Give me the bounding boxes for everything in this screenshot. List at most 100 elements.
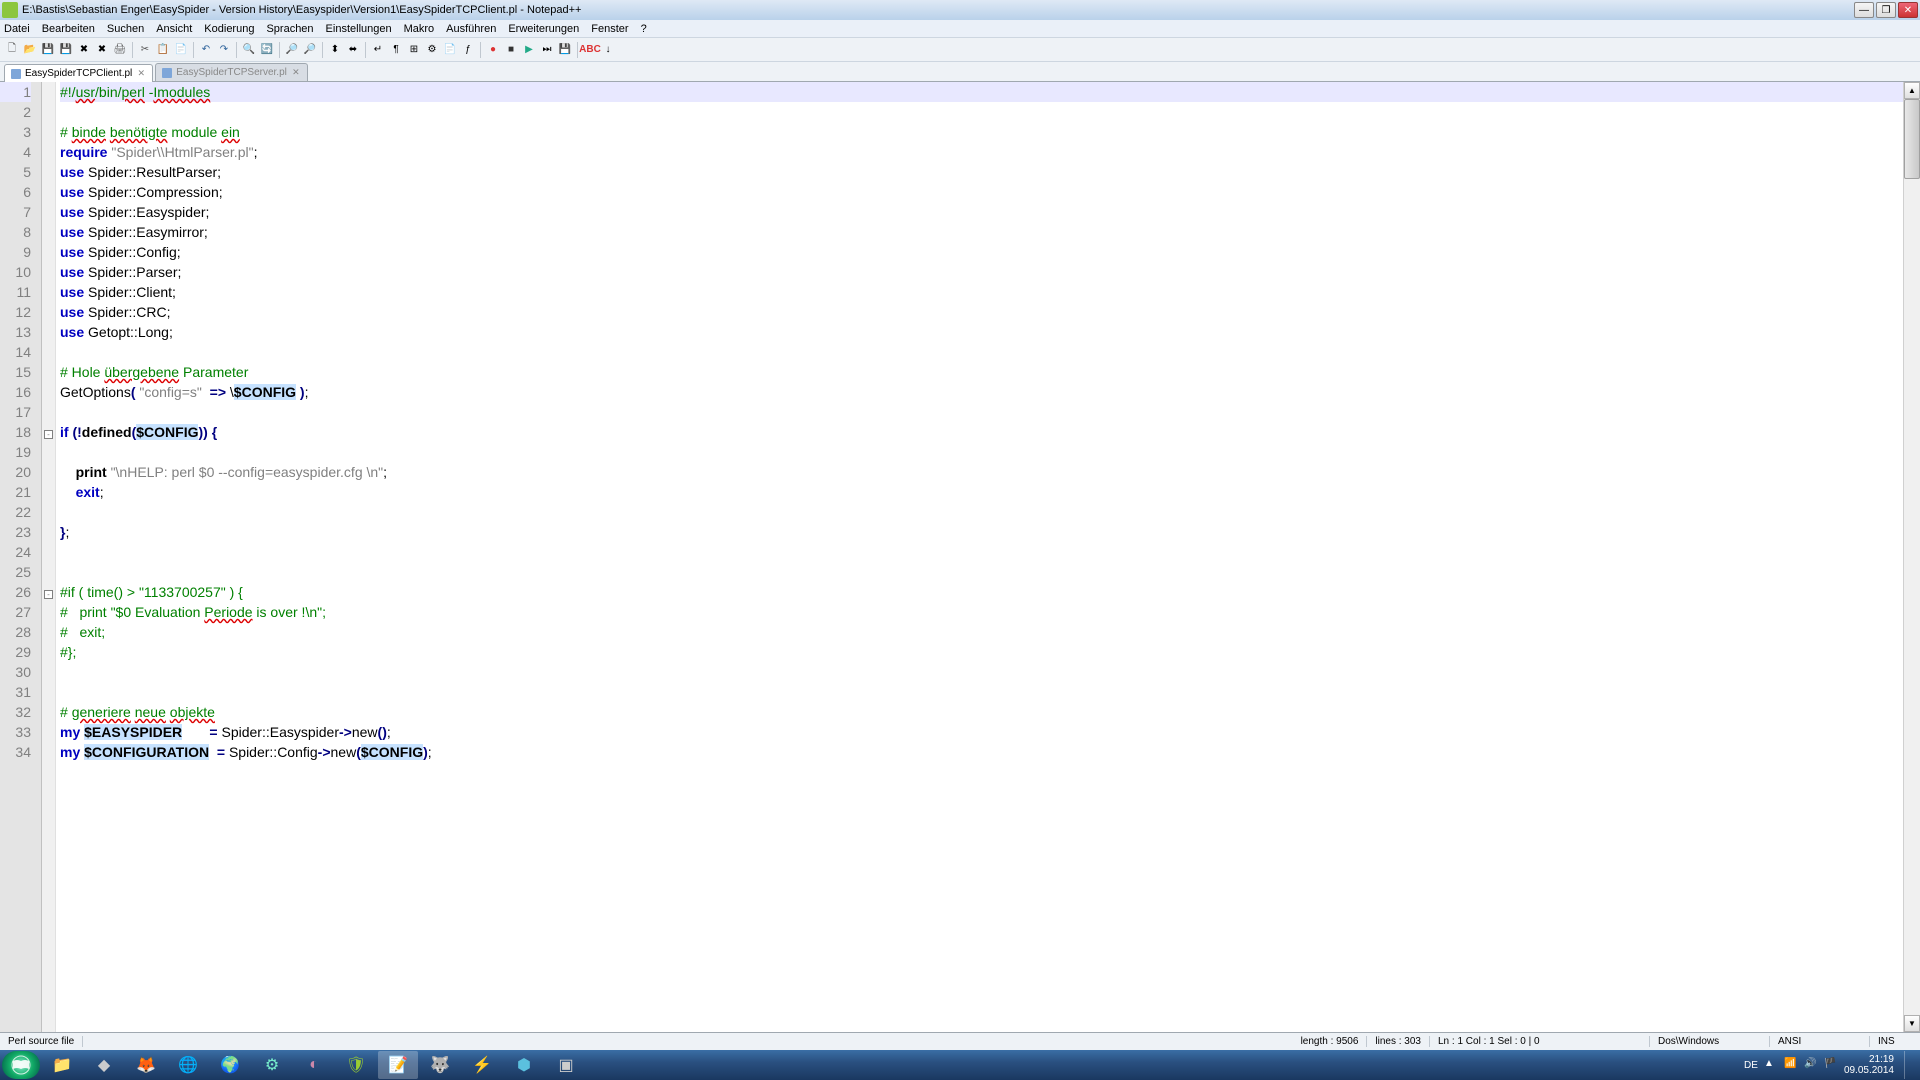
line-number[interactable]: 31 — [0, 682, 31, 702]
new-file-icon[interactable]: 🗋 — [4, 42, 20, 58]
line-number[interactable]: 19 — [0, 442, 31, 462]
code-line[interactable]: print "\nHELP: perl $0 --config=easyspid… — [60, 462, 1903, 482]
code-line[interactable]: #!/usr/bin/perl -Imodules — [60, 82, 1903, 102]
fold-toggle-icon[interactable]: - — [44, 430, 53, 439]
line-number[interactable]: 2 — [0, 102, 31, 122]
menu-makro[interactable]: Makro — [404, 23, 435, 35]
maximize-button[interactable]: ❐ — [1876, 2, 1896, 18]
menu-fenster[interactable]: Fenster — [591, 23, 628, 35]
copy-icon[interactable]: 📋 — [155, 42, 171, 58]
save-icon[interactable]: 💾 — [40, 42, 56, 58]
taskbar-app-6[interactable]: ⬢ — [504, 1051, 544, 1079]
code-line[interactable]: GetOptions( "config=s" => \$CONFIG ); — [60, 382, 1903, 402]
code-line[interactable]: #if ( time() > "1133700257" ) { — [60, 582, 1903, 602]
taskbar-app-4[interactable]: 🐺 — [420, 1051, 460, 1079]
code-line[interactable] — [60, 682, 1903, 702]
close-all-icon[interactable]: ✖ — [94, 42, 110, 58]
line-number[interactable]: 17 — [0, 402, 31, 422]
line-number[interactable]: 23 — [0, 522, 31, 542]
line-number[interactable]: 1 — [0, 82, 31, 102]
line-number[interactable]: 22 — [0, 502, 31, 522]
menu-bearbeiten[interactable]: Bearbeiten — [42, 23, 95, 35]
code-line[interactable]: use Spider::CRC; — [60, 302, 1903, 322]
spellcheck-next-icon[interactable]: ↓ — [600, 42, 616, 58]
line-number[interactable]: 18 — [0, 422, 31, 442]
print-icon[interactable]: 🖨 — [112, 42, 128, 58]
code-line[interactable]: my $CONFIGURATION = Spider::Config->new(… — [60, 742, 1903, 762]
line-number[interactable]: 25 — [0, 562, 31, 582]
taskbar-shield[interactable]: 🛡 — [336, 1051, 376, 1079]
zoom-out-icon[interactable]: 🔎 — [302, 42, 318, 58]
code-line[interactable]: use Spider::Easymirror; — [60, 222, 1903, 242]
taskbar-app-5[interactable]: ⚡ — [462, 1051, 502, 1079]
line-number[interactable]: 8 — [0, 222, 31, 242]
code-line[interactable]: use Getopt::Long; — [60, 322, 1903, 342]
taskbar-eclipse[interactable]: ◐ — [294, 1051, 334, 1079]
status-eol[interactable]: Dos\Windows — [1650, 1036, 1770, 1047]
code-line[interactable]: use Spider::Compression; — [60, 182, 1903, 202]
indent-guide-icon[interactable]: ⊞ — [406, 42, 422, 58]
macro-play-icon[interactable]: ▶ — [521, 42, 537, 58]
macro-play-multi-icon[interactable]: ⏭ — [539, 42, 555, 58]
menu-datei[interactable]: Datei — [4, 23, 30, 35]
code-line[interactable] — [60, 442, 1903, 462]
taskbar-chrome[interactable]: 🌐 — [168, 1051, 208, 1079]
code-line[interactable]: # generiere neue objekte — [60, 702, 1903, 722]
clock[interactable]: 21:19 09.05.2014 — [1844, 1054, 1894, 1076]
scroll-down-icon[interactable]: ▼ — [1904, 1015, 1920, 1032]
line-number[interactable]: 30 — [0, 662, 31, 682]
line-number[interactable]: 33 — [0, 722, 31, 742]
menu-ansicht[interactable]: Ansicht — [156, 23, 192, 35]
code-line[interactable]: #}; — [60, 642, 1903, 662]
code-line[interactable]: use Spider::Parser; — [60, 262, 1903, 282]
macro-record-icon[interactable]: ● — [485, 42, 501, 58]
line-number[interactable]: 4 — [0, 142, 31, 162]
show-desktop-button[interactable] — [1904, 1051, 1912, 1079]
menu-sprachen[interactable]: Sprachen — [266, 23, 313, 35]
code-line[interactable]: require "Spider\\HtmlParser.pl"; — [60, 142, 1903, 162]
status-insert-mode[interactable]: INS — [1870, 1036, 1920, 1047]
speaker-icon[interactable]: 🔊 — [1804, 1058, 1818, 1072]
menu-einstellungen[interactable]: Einstellungen — [326, 23, 392, 35]
undo-icon[interactable]: ↶ — [198, 42, 214, 58]
line-number[interactable]: 26 — [0, 582, 31, 602]
paste-icon[interactable]: 📄 — [173, 42, 189, 58]
line-number[interactable]: 27 — [0, 602, 31, 622]
code-line[interactable]: my $EASYSPIDER = Spider::Easyspider->new… — [60, 722, 1903, 742]
line-number[interactable]: 11 — [0, 282, 31, 302]
line-number[interactable]: 7 — [0, 202, 31, 222]
code-line[interactable]: use Spider::Easyspider; — [60, 202, 1903, 222]
taskbar-app-7[interactable]: ▣ — [546, 1051, 586, 1079]
line-number[interactable]: 5 — [0, 162, 31, 182]
redo-icon[interactable]: ↷ — [216, 42, 232, 58]
code-line[interactable]: use Spider::Client; — [60, 282, 1903, 302]
tab-close-icon[interactable]: ✕ — [136, 69, 146, 79]
code-line[interactable] — [60, 342, 1903, 362]
replace-icon[interactable]: 🔄 — [259, 42, 275, 58]
line-number[interactable]: 10 — [0, 262, 31, 282]
language-indicator[interactable]: DE — [1744, 1060, 1758, 1071]
close-button[interactable]: ✕ — [1898, 2, 1918, 18]
code-line[interactable] — [60, 502, 1903, 522]
taskbar-firefox[interactable]: 🦊 — [126, 1051, 166, 1079]
line-number[interactable]: 6 — [0, 182, 31, 202]
code-line[interactable] — [60, 562, 1903, 582]
menu-ausfuehren[interactable]: Ausführen — [446, 23, 496, 35]
menu-suchen[interactable]: Suchen — [107, 23, 144, 35]
line-number[interactable]: 13 — [0, 322, 31, 342]
zoom-in-icon[interactable]: 🔎 — [284, 42, 300, 58]
code-line[interactable]: use Spider::ResultParser; — [60, 162, 1903, 182]
doc-map-icon[interactable]: 📄 — [442, 42, 458, 58]
line-number[interactable]: 16 — [0, 382, 31, 402]
line-number[interactable]: 21 — [0, 482, 31, 502]
line-number[interactable]: 28 — [0, 622, 31, 642]
sync-h-icon[interactable]: ⬌ — [345, 42, 361, 58]
close-file-icon[interactable]: ✖ — [76, 42, 92, 58]
code-line[interactable]: exit; — [60, 482, 1903, 502]
code-line[interactable] — [60, 662, 1903, 682]
code-line[interactable]: # exit; — [60, 622, 1903, 642]
taskbar-app-3[interactable]: ⚙ — [252, 1051, 292, 1079]
wordwrap-icon[interactable]: ↵ — [370, 42, 386, 58]
code-line[interactable]: # Hole übergebene Parameter — [60, 362, 1903, 382]
spellcheck-icon[interactable]: ABC — [582, 42, 598, 58]
